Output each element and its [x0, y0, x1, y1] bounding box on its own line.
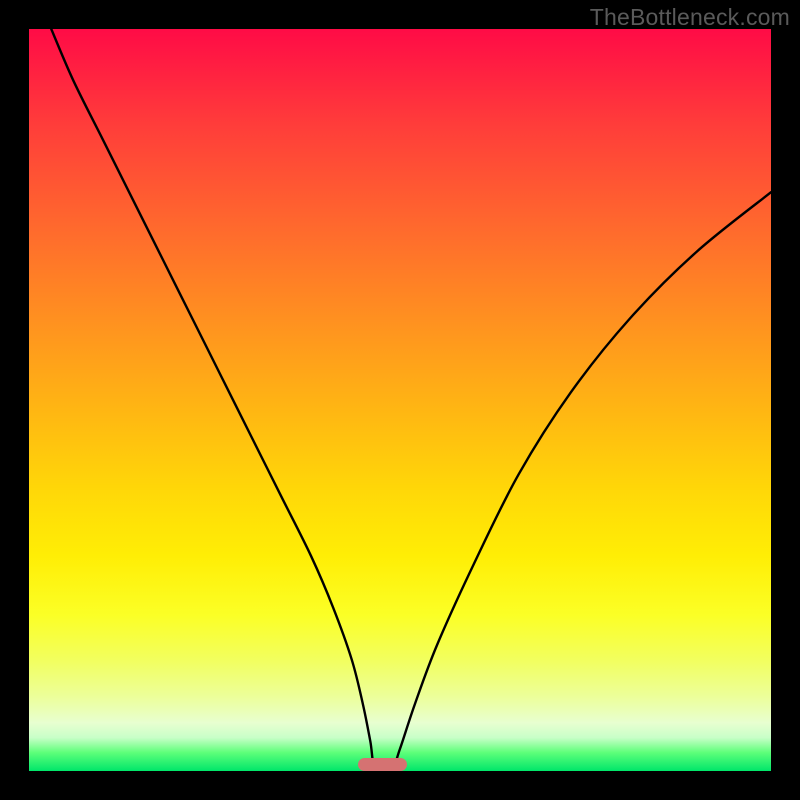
optimal-range-marker	[358, 758, 407, 771]
plot-area	[29, 29, 771, 771]
bottleneck-curve	[29, 29, 771, 771]
watermark-text: TheBottleneck.com	[590, 4, 790, 31]
chart-frame: TheBottleneck.com	[0, 0, 800, 800]
